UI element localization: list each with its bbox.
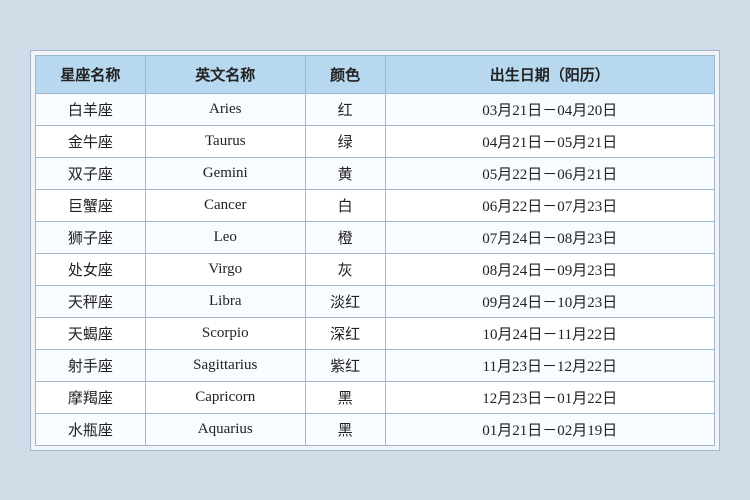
cell-zh: 天秤座 xyxy=(36,285,146,317)
cell-en: Capricorn xyxy=(145,381,305,413)
zodiac-table-container: 星座名称 英文名称 颜色 出生日期（阳历） 白羊座Aries红03月21日－04… xyxy=(30,50,720,451)
cell-date: 07月24日－08月23日 xyxy=(385,221,714,253)
cell-zh: 金牛座 xyxy=(36,125,146,157)
table-row: 双子座Gemini黄05月22日－06月21日 xyxy=(36,157,715,189)
table-row: 天蝎座Scorpio深红10月24日－11月22日 xyxy=(36,317,715,349)
cell-date: 12月23日－01月22日 xyxy=(385,381,714,413)
cell-zh: 射手座 xyxy=(36,349,146,381)
cell-color: 红 xyxy=(305,93,385,125)
header-date: 出生日期（阳历） xyxy=(385,55,714,93)
cell-color: 淡红 xyxy=(305,285,385,317)
cell-date: 06月22日－07月23日 xyxy=(385,189,714,221)
cell-en: Gemini xyxy=(145,157,305,189)
cell-zh: 狮子座 xyxy=(36,221,146,253)
cell-color: 黄 xyxy=(305,157,385,189)
cell-color: 绿 xyxy=(305,125,385,157)
cell-zh: 水瓶座 xyxy=(36,413,146,445)
cell-en: Aquarius xyxy=(145,413,305,445)
cell-zh: 双子座 xyxy=(36,157,146,189)
cell-zh: 处女座 xyxy=(36,253,146,285)
cell-color: 白 xyxy=(305,189,385,221)
cell-zh: 白羊座 xyxy=(36,93,146,125)
table-row: 巨蟹座Cancer白06月22日－07月23日 xyxy=(36,189,715,221)
cell-date: 08月24日－09月23日 xyxy=(385,253,714,285)
cell-color: 深红 xyxy=(305,317,385,349)
cell-date: 10月24日－11月22日 xyxy=(385,317,714,349)
table-row: 白羊座Aries红03月21日－04月20日 xyxy=(36,93,715,125)
cell-zh: 天蝎座 xyxy=(36,317,146,349)
cell-en: Virgo xyxy=(145,253,305,285)
header-zh: 星座名称 xyxy=(36,55,146,93)
cell-en: Taurus xyxy=(145,125,305,157)
header-en: 英文名称 xyxy=(145,55,305,93)
table-row: 金牛座Taurus绿04月21日－05月21日 xyxy=(36,125,715,157)
cell-en: Aries xyxy=(145,93,305,125)
cell-en: Scorpio xyxy=(145,317,305,349)
cell-color: 黑 xyxy=(305,413,385,445)
zodiac-table: 星座名称 英文名称 颜色 出生日期（阳历） 白羊座Aries红03月21日－04… xyxy=(35,55,715,446)
table-row: 天秤座Libra淡红09月24日－10月23日 xyxy=(36,285,715,317)
cell-date: 01月21日－02月19日 xyxy=(385,413,714,445)
table-row: 射手座Sagittarius紫红11月23日－12月22日 xyxy=(36,349,715,381)
cell-color: 紫红 xyxy=(305,349,385,381)
cell-date: 09月24日－10月23日 xyxy=(385,285,714,317)
cell-date: 04月21日－05月21日 xyxy=(385,125,714,157)
cell-date: 03月21日－04月20日 xyxy=(385,93,714,125)
cell-date: 05月22日－06月21日 xyxy=(385,157,714,189)
cell-en: Cancer xyxy=(145,189,305,221)
cell-date: 11月23日－12月22日 xyxy=(385,349,714,381)
cell-color: 橙 xyxy=(305,221,385,253)
cell-en: Libra xyxy=(145,285,305,317)
table-row: 处女座Virgo灰08月24日－09月23日 xyxy=(36,253,715,285)
table-row: 摩羯座Capricorn黑12月23日－01月22日 xyxy=(36,381,715,413)
cell-en: Leo xyxy=(145,221,305,253)
table-row: 狮子座Leo橙07月24日－08月23日 xyxy=(36,221,715,253)
cell-en: Sagittarius xyxy=(145,349,305,381)
cell-zh: 摩羯座 xyxy=(36,381,146,413)
table-row: 水瓶座Aquarius黑01月21日－02月19日 xyxy=(36,413,715,445)
cell-color: 黑 xyxy=(305,381,385,413)
header-color: 颜色 xyxy=(305,55,385,93)
cell-color: 灰 xyxy=(305,253,385,285)
cell-zh: 巨蟹座 xyxy=(36,189,146,221)
table-header-row: 星座名称 英文名称 颜色 出生日期（阳历） xyxy=(36,55,715,93)
